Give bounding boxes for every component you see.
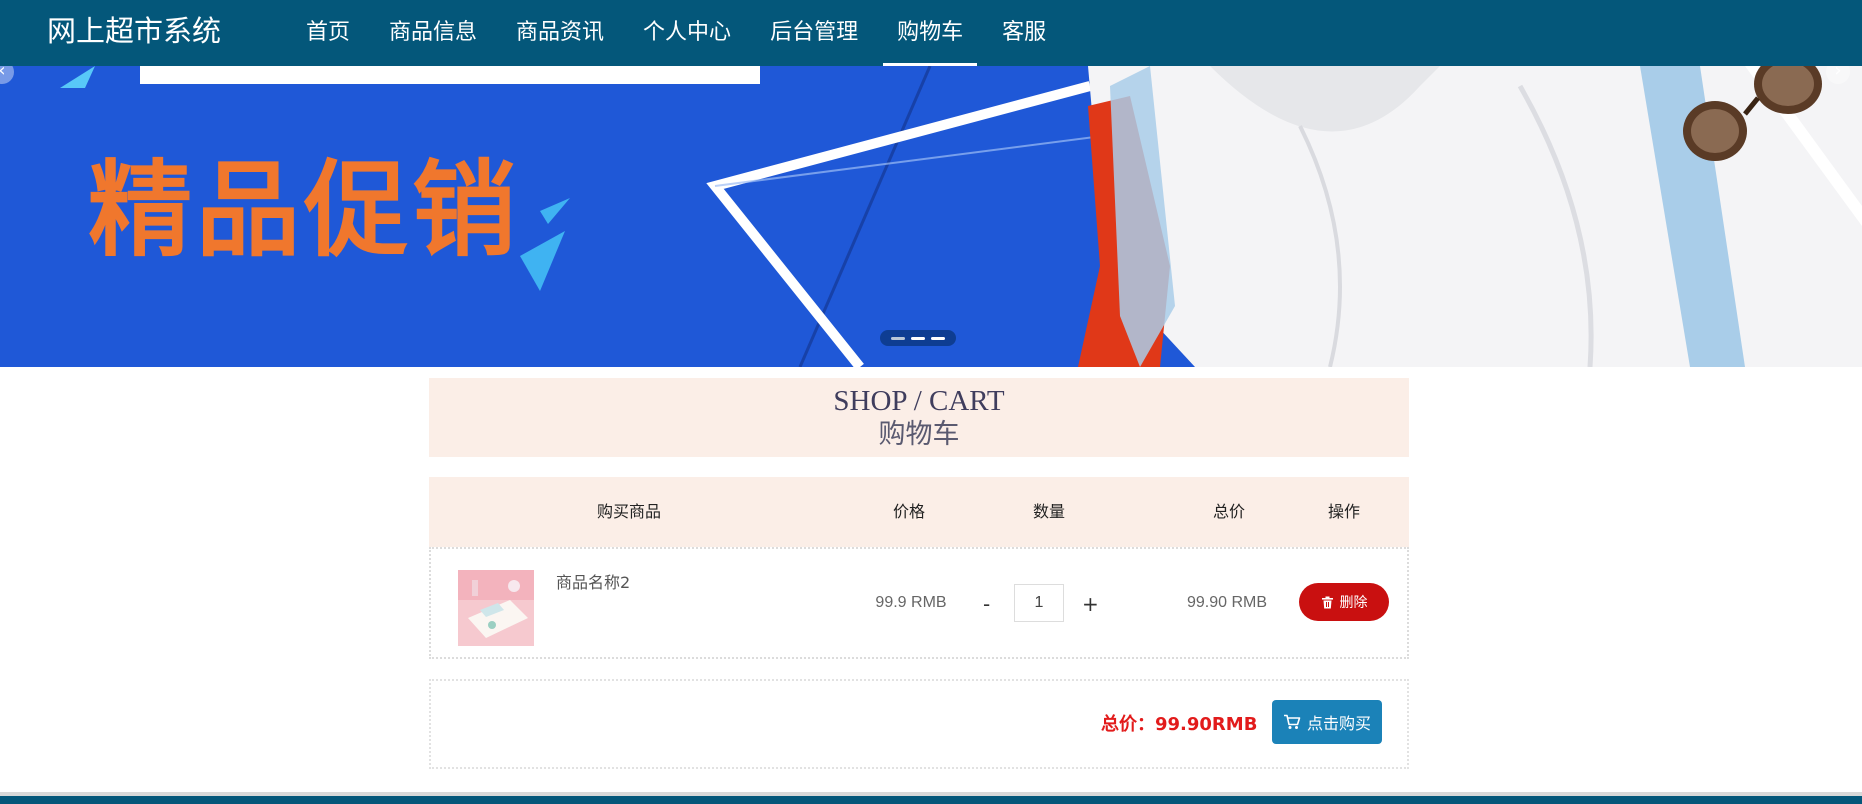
top-navbar: 网上超市系统 首页 商品信息 商品资讯 个人中心 后台管理 购物车 客服 (0, 0, 1862, 66)
nav-news[interactable]: 商品资讯 (502, 0, 618, 66)
quantity-decrease-button[interactable]: - (983, 592, 990, 616)
quantity-input[interactable] (1014, 584, 1064, 622)
carousel-dot-2[interactable] (911, 336, 925, 340)
table-row: 商品名称2 99.9 RMB - + 99.90 RMB 删除 (429, 547, 1409, 659)
nav-products[interactable]: 商品信息 (375, 0, 491, 66)
nav-home[interactable]: 首页 (292, 0, 364, 66)
header-quantity: 数量 (1032, 502, 1065, 521)
delete-label: 删除 (1339, 595, 1368, 611)
promo-banner[interactable]: 精品促销 ‹ › (0, 66, 1862, 367)
item-total: 99.90 RMB (1186, 594, 1268, 611)
header-total: 总价 (1212, 502, 1245, 521)
cart-table-header: 购买商品 价格 数量 总价 操作 (429, 477, 1409, 547)
header-price: 价格 (892, 502, 925, 521)
grand-total: 总价：99.90RMB (1101, 714, 1258, 735)
nav-profile[interactable]: 个人中心 (629, 0, 745, 66)
cart-title-zh: 购物车 (878, 419, 960, 449)
nav-cart[interactable]: 购物车 (883, 0, 978, 66)
buy-label: 点击购买 (1306, 714, 1371, 733)
carousel-dot-1[interactable] (891, 336, 905, 340)
cart-summary: 总价：99.90RMB 点击购买 (429, 679, 1409, 769)
main-nav: 首页 商品信息 商品资讯 个人中心 后台管理 购物车 客服 (292, 0, 1071, 66)
cart-title-en: SHOP / CART (833, 385, 1005, 417)
cart-title-box: SHOP / CART 购物车 (429, 378, 1409, 457)
footer-bar (0, 792, 1862, 804)
product-thumbnail[interactable] (458, 570, 534, 646)
delete-button[interactable]: 删除 (1299, 583, 1389, 621)
carousel-indicators (880, 330, 956, 346)
cart-icon (1283, 714, 1301, 729)
carousel-dot-3[interactable] (931, 336, 945, 340)
quantity-increase-button[interactable]: + (1082, 592, 1099, 616)
product-price: 99.9 RMB (875, 594, 947, 611)
header-action: 操作 (1327, 502, 1360, 521)
header-product: 购买商品 (596, 502, 661, 521)
nav-service[interactable]: 客服 (988, 0, 1060, 66)
nav-admin[interactable]: 后台管理 (756, 0, 872, 66)
site-brand[interactable]: 网上超市系统 (47, 13, 221, 49)
product-name[interactable]: 商品名称2 (556, 569, 630, 593)
trash-icon (1321, 596, 1333, 608)
promo-text: 精品促销 (88, 149, 521, 271)
buy-button[interactable]: 点击购买 (1272, 700, 1382, 744)
